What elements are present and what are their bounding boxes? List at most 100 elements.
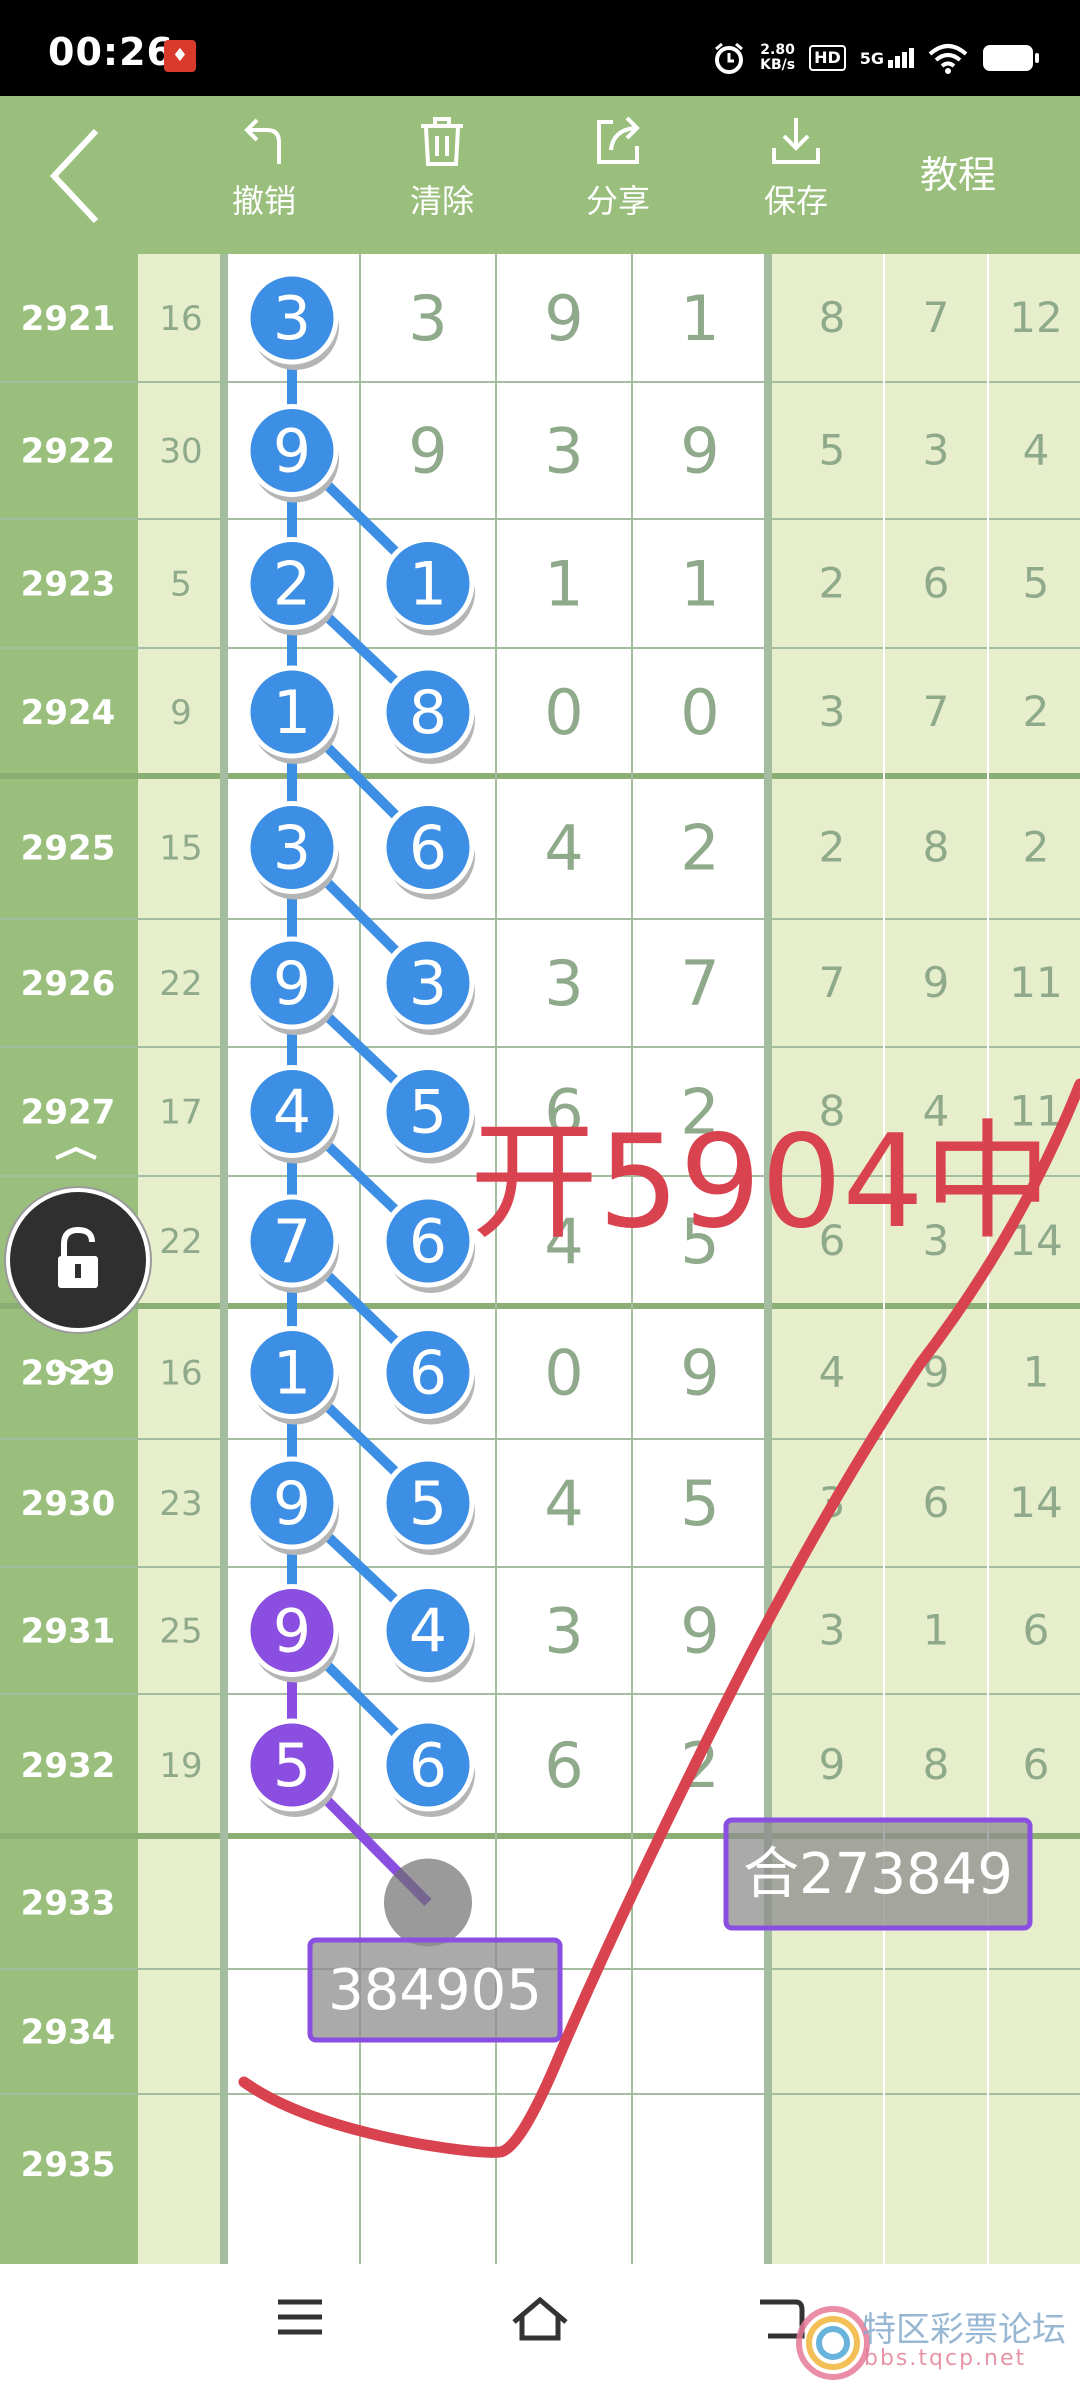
app-notification-icon: ♦ <box>164 40 196 72</box>
sum-value: 16 <box>159 299 202 339</box>
span-value: 7 <box>923 293 950 342</box>
share-icon <box>597 116 640 164</box>
digit-value: 5 <box>680 1467 719 1540</box>
ball-number: 9 <box>273 1469 311 1539</box>
hd-icon: HD <box>809 45 846 71</box>
ball-number: 6 <box>409 814 447 884</box>
menu-icon[interactable] <box>276 2296 324 2338</box>
span-value: 6 <box>1023 1740 1050 1789</box>
span-value: 9 <box>819 1740 846 1789</box>
sum-value: 22 <box>159 1222 202 1262</box>
digit-value: 0 <box>544 1337 583 1410</box>
back-button[interactable] <box>46 126 106 226</box>
undo-button[interactable]: 撤销 <box>204 114 324 244</box>
digit-value: 1 <box>680 282 719 355</box>
span-value: 1 <box>1023 1348 1050 1397</box>
home-icon[interactable] <box>510 2296 570 2342</box>
ball-number: 6 <box>409 1207 447 1277</box>
digit-value: 0 <box>680 676 719 749</box>
ball-number: 5 <box>409 1469 447 1539</box>
digit-value: 1 <box>544 548 583 621</box>
digit-value: 6 <box>544 1729 583 1802</box>
span-value: 14 <box>1009 1478 1062 1527</box>
period-label: 2922 <box>21 432 116 472</box>
span-value: 1 <box>923 1606 950 1655</box>
span-value: 3 <box>819 687 846 736</box>
undo-label: 撤销 <box>231 182 296 220</box>
toolbar: 撤销 清除 分享 保存 教程 <box>0 96 1080 254</box>
expand-down-icon[interactable] <box>54 1362 98 1376</box>
span-value: 6 <box>923 1478 950 1527</box>
tutorial-button[interactable]: 教程 <box>920 144 996 199</box>
span-value: 12 <box>1009 293 1062 342</box>
share-label: 分享 <box>585 182 650 220</box>
download-icon <box>772 118 820 164</box>
ball-placeholder <box>384 1858 472 1947</box>
digit-value: 1 <box>680 548 719 621</box>
span-value: 5 <box>819 426 846 475</box>
period-label: 2927 <box>21 1093 116 1133</box>
sum-value: 30 <box>159 432 202 472</box>
ball-number: 9 <box>273 1597 311 1667</box>
lock-icon <box>58 1226 98 1288</box>
span-value: 6 <box>923 559 950 608</box>
ball-number: 3 <box>409 949 447 1019</box>
trend-grid[interactable]: 2921 16 3 9 1 8 7 122922 30 9 3 9 5 3 42923 5 1 1 2 6 52924 9… <box>0 254 1080 2264</box>
save-label: 保存 <box>763 182 828 220</box>
digit-value: 0 <box>544 676 583 749</box>
span-value: 3 <box>923 426 950 475</box>
sum-value: 5 <box>170 565 192 605</box>
net-speed: 2.80 KB/s <box>760 42 796 73</box>
annotation-273849-text: 合273849 <box>743 1842 1013 1907</box>
span-value: 2 <box>819 823 846 872</box>
digit-value: 9 <box>680 1595 719 1668</box>
watermark-url: bbs.tqcp.net <box>864 2346 1027 2371</box>
status-icons: 2.80 KB/s HD 5G <box>712 36 1040 80</box>
wifi-icon <box>928 44 968 74</box>
digit-value: 3 <box>544 415 583 488</box>
sum-value: 22 <box>159 964 202 1004</box>
sum-value: 23 <box>159 1484 202 1524</box>
ball-number: 1 <box>409 550 447 620</box>
ball-number: 2 <box>273 550 311 620</box>
lock-button[interactable] <box>6 1188 150 1332</box>
ball-number: 3 <box>273 284 311 354</box>
alarm-icon <box>715 42 744 74</box>
collapse-up-icon[interactable] <box>54 1146 98 1160</box>
save-button[interactable]: 保存 <box>736 114 856 244</box>
annotation-384905-text: 384905 <box>328 1958 542 2023</box>
clear-button[interactable]: 清除 <box>382 114 502 244</box>
sum-value: 25 <box>159 1612 202 1652</box>
span-value: 3 <box>819 1606 846 1655</box>
span-value: 11 <box>1009 958 1062 1007</box>
share-button[interactable]: 分享 <box>558 114 678 244</box>
ball-number: 9 <box>273 949 311 1019</box>
status-time: 00:26 <box>48 30 174 74</box>
signal-icon: 5G <box>860 48 914 68</box>
undo-icon <box>244 118 281 164</box>
sum-value: 19 <box>159 1746 202 1786</box>
span-value: 4 <box>819 1348 846 1397</box>
sum-value: 9 <box>170 693 192 733</box>
annotation-main: 开5904中 <box>470 1108 1052 1257</box>
digit-value: 3 <box>408 282 447 355</box>
ball-number: 4 <box>409 1597 447 1667</box>
digit-value: 4 <box>544 1467 583 1540</box>
clear-label: 清除 <box>409 182 474 220</box>
period-label: 2932 <box>21 1746 116 1786</box>
battery-icon <box>983 45 1039 71</box>
span-value: 7 <box>923 687 950 736</box>
period-label: 2921 <box>21 299 116 339</box>
digit-value: 9 <box>680 415 719 488</box>
period-label: 2926 <box>21 964 116 1004</box>
span-value: 8 <box>923 823 950 872</box>
chevron-left-icon <box>49 128 99 224</box>
period-label: 2930 <box>21 1484 116 1524</box>
trash-icon <box>421 117 463 166</box>
digit-value: 9 <box>680 1337 719 1410</box>
ball-number: 5 <box>273 1731 311 1801</box>
span-value: 5 <box>1023 559 1050 608</box>
digit-value: 3 <box>544 947 583 1020</box>
period-label: 2934 <box>21 2013 116 2053</box>
period-label: 2925 <box>21 829 116 869</box>
